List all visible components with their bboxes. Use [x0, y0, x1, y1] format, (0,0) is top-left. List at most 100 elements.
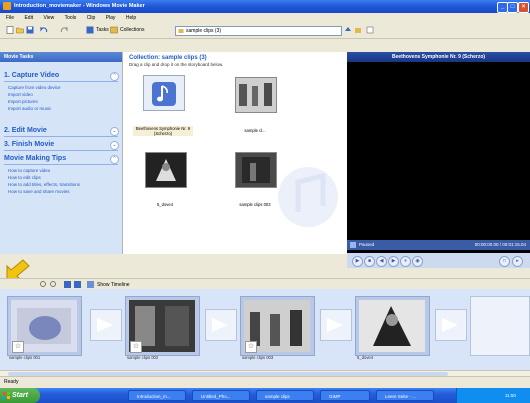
save-icon[interactable] — [26, 26, 34, 34]
stop-button[interactable]: ■ — [364, 256, 375, 267]
show-timeline-button[interactable]: Show Timeline — [97, 282, 130, 288]
pause-state-icon — [350, 242, 356, 248]
timeline-icon — [87, 281, 94, 288]
collection-dropdown[interactable]: sample clips (3) — [175, 26, 342, 36]
link-capture-from-device[interactable]: Capture from video device — [8, 85, 61, 90]
link-how-to-capture[interactable]: How to capture video — [8, 168, 50, 173]
menu-bar: File Edit View Tools Clip Play Help — [0, 13, 530, 23]
zoom-in-icon[interactable] — [40, 281, 47, 288]
storyboard-clip-caption: 5_dove4 — [357, 355, 374, 360]
menu-file[interactable]: File — [6, 15, 14, 21]
taskbar-task[interactable]: sample clips — [256, 390, 314, 401]
open-project-icon[interactable] — [16, 26, 24, 34]
redo-icon[interactable] — [60, 26, 68, 34]
split-button[interactable]: ⏸ — [400, 256, 411, 267]
status-text: Ready — [4, 379, 19, 385]
collection-title: Collection: sample clips (3) — [129, 55, 207, 61]
collection-dropdown-value: sample clips (3) — [186, 28, 222, 34]
expand-chevron-icon[interactable]: ⌄ — [110, 141, 119, 150]
rewind-storyboard-icon[interactable] — [64, 281, 71, 288]
menu-edit[interactable]: Edit — [24, 15, 33, 21]
taskbar-task[interactable]: Leere Seite - ... — [376, 390, 434, 401]
music-note-icon — [152, 82, 176, 106]
close-button[interactable]: × — [518, 2, 529, 13]
link-import-pictures[interactable]: Import pictures — [8, 99, 38, 104]
maximize-button[interactable]: □ — [507, 2, 518, 13]
tasks-button[interactable]: Tasks — [96, 27, 109, 33]
start-label: Start — [12, 392, 28, 399]
task-pane-title: Movie Tasks — [4, 54, 34, 60]
effect-star-icon[interactable]: ☆ — [245, 341, 257, 353]
collection-clip-caption: sample cl... — [244, 128, 266, 133]
video-thumbnail — [359, 300, 425, 352]
collections-button[interactable]: Collections — [120, 27, 144, 33]
collection-clip-music[interactable] — [143, 75, 185, 111]
new-collection-icon[interactable] — [354, 26, 362, 34]
taskbar-task[interactable]: GIMP — [320, 390, 370, 401]
title-bar[interactable]: Introduction_moviemaker - Windows Movie … — [0, 0, 530, 13]
link-import-video[interactable]: Import video — [8, 92, 33, 97]
snapshot-button[interactable]: ◉ — [412, 256, 423, 267]
seek-end-button[interactable]: ▸ — [512, 256, 523, 267]
play-button[interactable]: ▶ — [352, 256, 363, 267]
transition-slot[interactable] — [435, 309, 467, 341]
transition-slot[interactable] — [205, 309, 237, 341]
storyboard-clip[interactable]: ☆ — [240, 296, 315, 356]
collection-instructions: Drag a clip and drop it on the storyboar… — [129, 62, 224, 67]
preview-time: 00:00:00.00 / 00:01:15.04 — [474, 242, 526, 247]
effect-star-icon[interactable]: ☆ — [130, 341, 142, 353]
undo-icon[interactable] — [40, 26, 48, 34]
section-divider — [4, 136, 118, 137]
section-movie-making-tips[interactable]: Movie Making Tips — [4, 155, 66, 162]
menu-help[interactable]: Help — [126, 15, 136, 21]
task-pane-header: Movie Tasks — [0, 52, 122, 62]
toolbar: Tasks Collections sample clips (3) — [0, 23, 530, 39]
menu-view[interactable]: View — [43, 15, 54, 21]
link-import-audio[interactable]: Import audio or music — [8, 106, 51, 111]
transition-slot[interactable] — [90, 309, 122, 341]
previous-frame-button[interactable]: ◀ — [376, 256, 387, 267]
status-bar: Ready — [0, 376, 530, 387]
collection-clip-video[interactable] — [235, 152, 277, 188]
effect-star-icon[interactable]: ☆ — [12, 341, 24, 353]
collapse-chevron-icon[interactable]: ⌃ — [110, 155, 119, 164]
movie-maker-app-icon — [3, 2, 11, 10]
next-frame-button[interactable]: ▶ — [388, 256, 399, 267]
collection-clip-video[interactable] — [235, 77, 277, 113]
menu-tools[interactable]: Tools — [65, 15, 77, 21]
system-tray: 11:50 — [456, 388, 530, 403]
full-screen-button[interactable]: □ — [499, 256, 510, 267]
section-edit-movie[interactable]: 2. Edit Movie — [4, 127, 47, 134]
window-title: Introduction_moviemaker - Windows Movie … — [14, 3, 145, 9]
storyboard-clip[interactable]: ☆ — [7, 296, 82, 356]
taskbar-task[interactable]: Introduction_m... — [128, 390, 186, 401]
storyboard-clip[interactable]: ☆ — [125, 296, 200, 356]
expand-chevron-icon[interactable]: ⌄ — [110, 127, 119, 136]
preview-status-bar: Paused 00:00:00.00 / 00:01:15.04 — [347, 240, 530, 250]
zoom-out-icon[interactable] — [50, 281, 57, 288]
empty-storyboard-slot[interactable] — [470, 296, 530, 356]
link-how-to-edit[interactable]: How to edit clips — [8, 175, 41, 180]
video-thumbnail — [146, 153, 186, 187]
folder-icon — [178, 29, 184, 33]
taskbar-task[interactable]: Untitled_Pho... — [192, 390, 250, 401]
collection-up-icon[interactable] — [344, 26, 352, 34]
play-storyboard-icon[interactable] — [74, 281, 81, 288]
task-pane-content: 1. Capture Video ⌃ Capture from video de… — [0, 62, 122, 252]
preview-state: Paused — [359, 242, 375, 247]
collection-clip-video[interactable] — [145, 152, 187, 188]
collapse-chevron-icon[interactable]: ⌃ — [110, 72, 119, 81]
storyboard-clip[interactable] — [355, 296, 430, 356]
transition-slot[interactable] — [320, 309, 352, 341]
movie-maker-watermark-icon — [278, 167, 338, 227]
menu-clip[interactable]: Clip — [87, 15, 96, 21]
menu-play[interactable]: Play — [106, 15, 116, 21]
section-finish-movie[interactable]: 3. Finish Movie — [4, 141, 54, 148]
preview-title: Beethovens Symphonie Nr. 9 (Scherzo) — [347, 52, 530, 62]
link-how-to-add-effects[interactable]: How to add titles, effects, transitions — [8, 182, 80, 187]
section-capture-video[interactable]: 1. Capture Video — [4, 72, 59, 79]
views-icon[interactable] — [366, 26, 374, 34]
windows-logo-icon — [3, 392, 10, 399]
new-project-icon[interactable] — [6, 26, 14, 34]
link-how-to-save[interactable]: How to save and share movies — [8, 189, 70, 194]
